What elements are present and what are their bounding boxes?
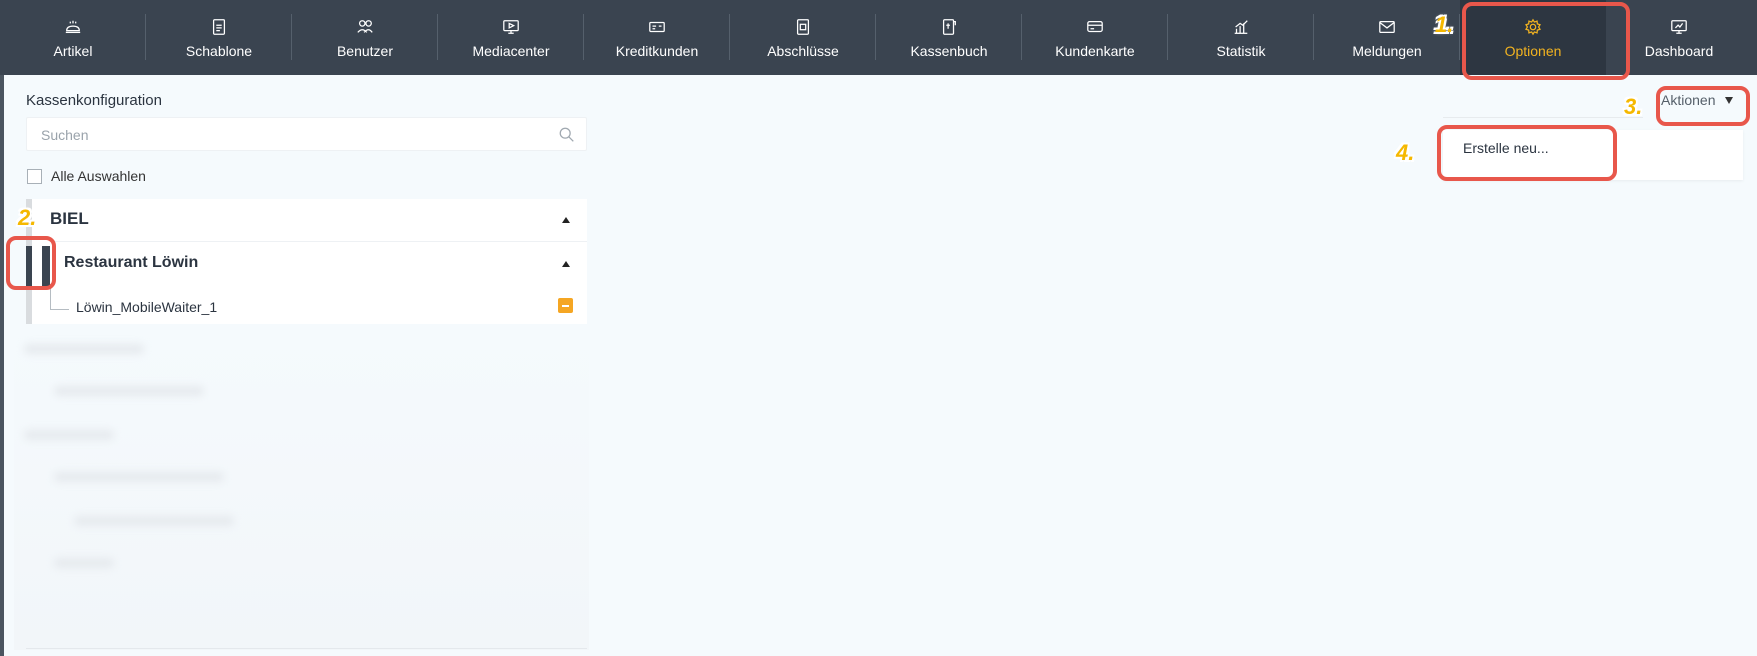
divider bbox=[26, 648, 587, 649]
gear-icon bbox=[1523, 17, 1543, 37]
actions-menu: Erstelle neu... bbox=[1443, 130, 1743, 180]
users-icon bbox=[355, 17, 375, 37]
bread-icon bbox=[63, 17, 83, 37]
tree-connector bbox=[50, 284, 69, 310]
nav-label: Statistik bbox=[1216, 42, 1266, 59]
ledger-icon bbox=[939, 17, 959, 37]
dashboard-icon bbox=[1669, 17, 1689, 37]
tree-device-item[interactable]: Löwin_MobileWaiter_1 bbox=[76, 299, 217, 315]
nav-label: Optionen bbox=[1504, 42, 1562, 59]
nav-artikel[interactable]: Artikel bbox=[0, 0, 146, 75]
nav-optionen[interactable]: Optionen bbox=[1460, 0, 1606, 75]
nav-label: Artikel bbox=[53, 42, 93, 59]
tree-subgroup-restaurant[interactable]: Restaurant Löwin bbox=[64, 254, 198, 272]
dropdown-arrow-icon[interactable] bbox=[1725, 96, 1734, 104]
search-input[interactable] bbox=[39, 126, 543, 144]
top-navigation: Artikel Schablone Benutzer Mediacenter K… bbox=[0, 0, 1757, 75]
window-edge bbox=[0, 75, 4, 656]
search-field[interactable] bbox=[26, 117, 587, 151]
remove-device-icon[interactable] bbox=[558, 298, 573, 313]
chart-icon bbox=[1231, 17, 1251, 37]
blurred-content bbox=[14, 330, 589, 650]
nav-kassenbuch[interactable]: Kassenbuch bbox=[876, 0, 1022, 75]
divider bbox=[1443, 117, 1643, 118]
step-4-label: 4. bbox=[1396, 140, 1415, 165]
nav-schablone[interactable]: Schablone bbox=[146, 0, 292, 75]
nav-benutzer[interactable]: Benutzer bbox=[292, 0, 438, 75]
actions-label: Aktionen bbox=[1661, 92, 1716, 108]
nav-label: Benutzer bbox=[336, 42, 394, 59]
nav-kreditkunden[interactable]: Kreditkunden bbox=[584, 0, 730, 75]
select-all[interactable]: Alle Auswahlen bbox=[27, 168, 146, 184]
document-icon bbox=[209, 17, 229, 37]
select-all-label: Alle Auswahlen bbox=[51, 168, 146, 184]
panel-title: Kassenkonfiguration bbox=[26, 92, 162, 109]
monitor-icon bbox=[501, 17, 521, 37]
nav-label: Kreditkunden bbox=[615, 42, 699, 59]
collapse-biel-caret-icon[interactable] bbox=[562, 217, 570, 223]
search-icon[interactable] bbox=[558, 126, 576, 144]
step-2-label: 2. bbox=[18, 205, 37, 230]
nav-statistik[interactable]: Statistik bbox=[1168, 0, 1314, 75]
nav-label: Schablone bbox=[185, 42, 253, 59]
tree-group-biel[interactable]: BIEL bbox=[50, 209, 89, 229]
report-icon bbox=[793, 17, 813, 37]
collapse-restaurant-caret-icon[interactable] bbox=[562, 261, 570, 267]
nav-dashboard[interactable]: Dashboard bbox=[1606, 0, 1752, 75]
tree-level-bar[interactable] bbox=[26, 246, 50, 286]
nav-kundenkarte[interactable]: Kundenkarte bbox=[1022, 0, 1168, 75]
config-tree: BIEL Restaurant Löwin Löwin_MobileWaiter… bbox=[26, 199, 587, 324]
nav-mediacenter[interactable]: Mediacenter bbox=[438, 0, 584, 75]
nav-label: Dashboard bbox=[1644, 42, 1714, 59]
nav-label: Abschlüsse bbox=[767, 42, 839, 59]
nav-label: Kassenbuch bbox=[910, 42, 988, 59]
id-card-icon bbox=[647, 17, 667, 37]
mail-icon bbox=[1377, 17, 1397, 37]
select-all-checkbox[interactable] bbox=[27, 168, 42, 184]
card-icon bbox=[1085, 17, 1105, 37]
nav-label: Mediacenter bbox=[472, 42, 550, 59]
divider bbox=[50, 241, 587, 242]
actions-dropdown[interactable]: Aktionen bbox=[1661, 92, 1734, 108]
nav-label: Meldungen bbox=[1352, 42, 1422, 59]
nav-abschluesse[interactable]: Abschlüsse bbox=[730, 0, 876, 75]
step-3-label: 3. bbox=[1624, 94, 1643, 119]
nav-label: Kundenkarte bbox=[1055, 42, 1135, 59]
menu-item-create-new[interactable]: Erstelle neu... bbox=[1463, 140, 1549, 156]
step-1-label: 1. bbox=[1435, 12, 1454, 37]
